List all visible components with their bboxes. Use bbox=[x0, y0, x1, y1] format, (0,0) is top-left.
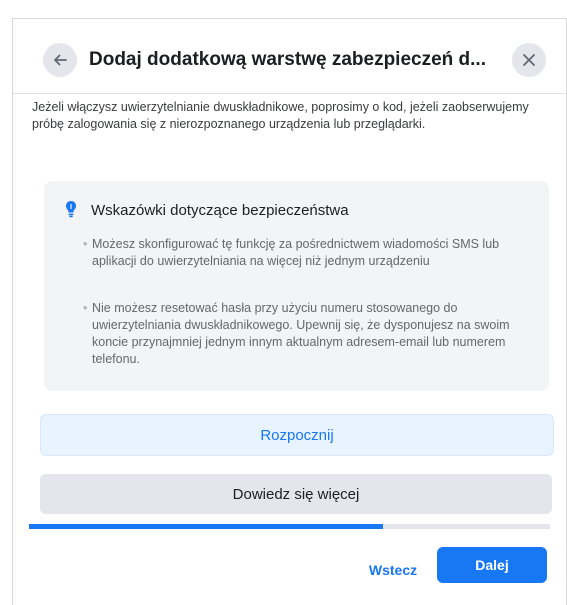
bullet-icon: • bbox=[83, 237, 88, 251]
progress-bar bbox=[29, 524, 550, 529]
tip-text: Możesz skonfigurować tę funkcję za pośre… bbox=[92, 237, 500, 268]
next-button[interactable]: Dalej bbox=[437, 547, 547, 583]
close-icon bbox=[523, 54, 535, 66]
start-button[interactable]: Rozpocznij bbox=[40, 414, 554, 456]
lightbulb-icon bbox=[66, 201, 76, 218]
arrow-left-icon bbox=[54, 54, 67, 66]
security-tips-box: Wskazówki dotyczące bezpieczeństwa • Moż… bbox=[44, 181, 549, 391]
tip-text: Nie możesz resetować hasła przy użyciu n… bbox=[92, 301, 510, 366]
tips-heading: Wskazówki dotyczące bezpieczeństwa bbox=[91, 202, 349, 219]
back-arrow-button[interactable] bbox=[43, 43, 77, 77]
close-button[interactable] bbox=[512, 43, 546, 77]
dialog-header: Dodaj dodatkową warstwę zabezpieczeń d..… bbox=[13, 19, 566, 94]
progress-bar-fill bbox=[29, 524, 384, 529]
bullet-icon: • bbox=[83, 301, 88, 315]
tip-item: • Możesz skonfigurować tę funkcję za poś… bbox=[83, 236, 532, 270]
dialog-title: Dodaj dodatkową warstwę zabezpieczeń d..… bbox=[89, 49, 486, 70]
tip-item: • Nie możesz resetować hasła przy użyciu… bbox=[83, 300, 532, 368]
learn-more-button[interactable]: Dowiedz się więcej bbox=[40, 474, 552, 514]
two-factor-dialog: Dodaj dodatkową warstwę zabezpieczeń d..… bbox=[12, 18, 567, 605]
back-button[interactable]: Wstecz bbox=[363, 552, 423, 588]
intro-text: Jeżeli włączysz uwierzytelnianie dwuskła… bbox=[32, 100, 529, 131]
